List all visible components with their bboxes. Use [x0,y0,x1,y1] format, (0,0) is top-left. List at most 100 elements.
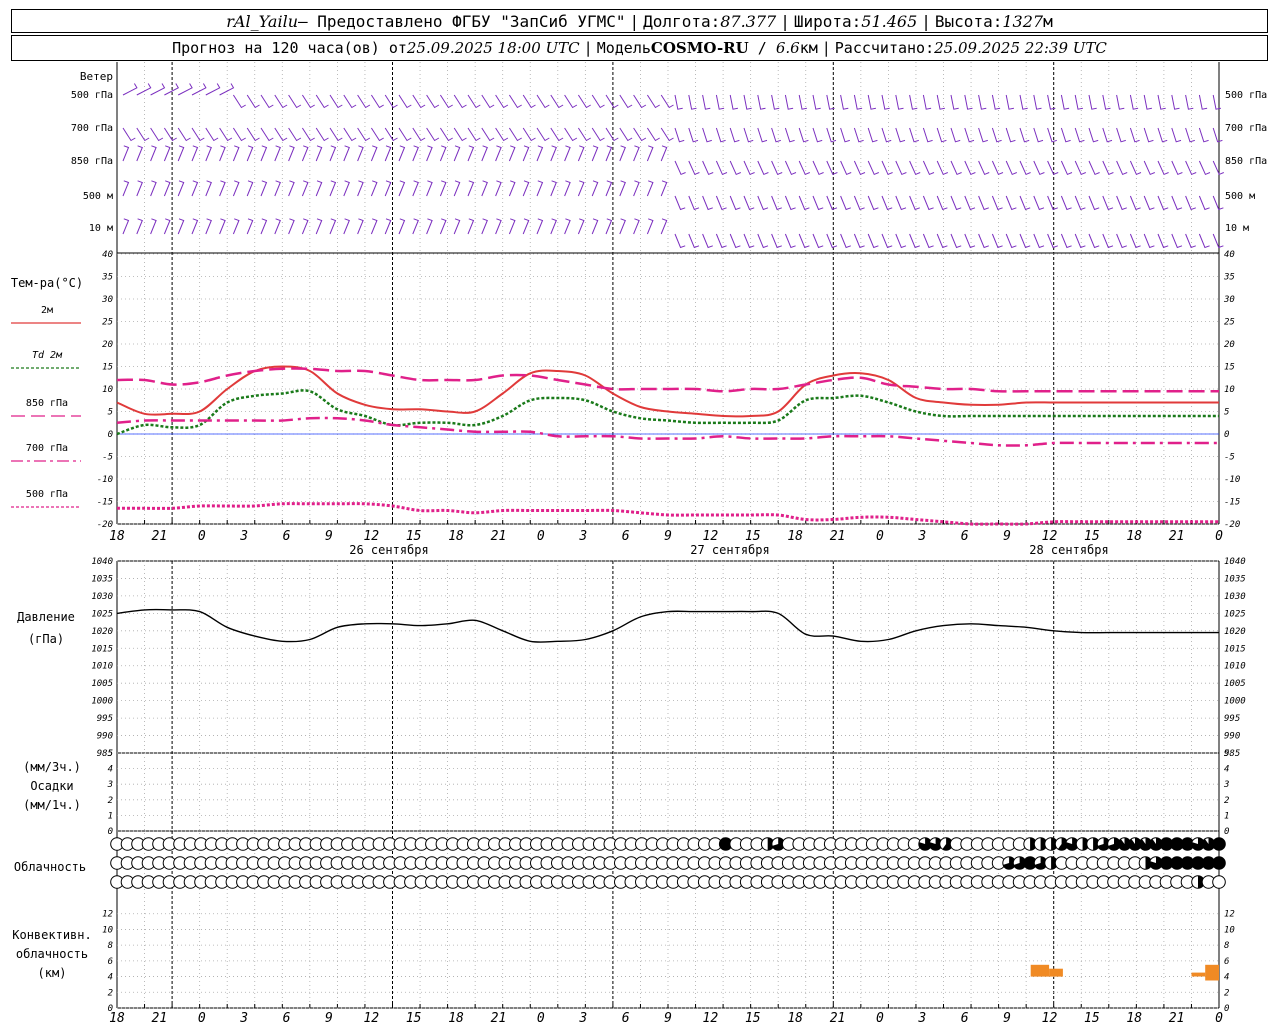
time-tick-label: 0 [198,529,206,544]
conv-bar [1049,968,1063,977]
wind-barb [467,127,481,142]
wind-barb [909,195,920,211]
wind-barb [370,145,378,162]
wind-barb [370,218,378,235]
wind-barb [881,195,893,211]
time-tick-label-bottom: 0 [1215,1011,1223,1024]
wind-barb [177,127,191,142]
wind-barb [812,127,823,143]
time-tick-label-bottom: 6 [961,1011,969,1024]
temp-ytick-left: 0 [108,430,113,440]
conv-ytick-right: 6 [1224,957,1229,967]
wind-barb [812,94,821,110]
precip-title: Осадки [30,779,73,793]
time-tick-label-bottom: 18 [787,1011,803,1024]
wind-barb [867,127,878,143]
conv-ytick-left: 2 [108,988,113,998]
wind-barb [922,233,934,249]
wind-barb [1116,195,1127,211]
wind-barb [163,145,171,162]
wind-barb [191,145,199,162]
time-tick-label: 3 [917,529,926,544]
wind-barb [205,127,219,142]
time-tick-label-bottom: 15 [406,1011,422,1024]
wind-barb [536,145,544,162]
wind-barb [991,233,1003,249]
wind-barb [619,218,626,235]
wind-barb [1060,195,1072,211]
time-tick-label-bottom: 12 [363,1011,379,1024]
wind-barb [439,180,447,197]
time-tick-label: 3 [578,529,587,544]
wind-barb [1185,94,1194,110]
wind-barb [1047,233,1058,249]
wind-barb [757,127,768,143]
wind-barb [481,127,495,142]
wind-barb [177,145,185,162]
wind-level-label-left: 700 гПа [71,123,113,134]
wind-barb [426,127,440,142]
pressure-ytick-left: 1015 [91,644,113,654]
pressure-ytick-right: 1015 [1224,644,1246,654]
wind-barb [481,218,488,235]
wind-barb [508,145,516,162]
wind-barb [702,233,713,249]
wind-barb [784,160,797,176]
time-tick-label: 6 [622,529,630,544]
wind-barb [495,218,502,235]
cloud-symbol [1212,856,1226,870]
wind-barb [508,180,516,197]
wind-barb [357,94,371,109]
wind-barb [702,195,713,211]
wind-barb [163,180,171,197]
wind-barb [978,127,988,143]
wind-barb [439,94,453,109]
conv-ytick-right: 10 [1224,925,1235,935]
time-tick-label: 6 [283,529,291,544]
temp-ytick-right: 20 [1224,340,1235,350]
wind-barb [853,233,865,249]
time-tick-label-bottom: 21 [1169,1011,1185,1024]
wind-barb [688,233,700,249]
wind-barb [536,127,550,142]
wind-barb [1171,233,1183,249]
wind-barb [840,233,851,249]
wind-barb [564,94,578,109]
wind-barb [743,127,754,143]
wind-barb [398,145,406,162]
wind-barb [591,94,605,109]
temp-ytick-right: 30 [1223,295,1235,305]
wind-barb [412,145,419,162]
wind-barb [881,233,893,249]
wind-barb [536,94,550,109]
wind-barb [122,218,130,235]
wind-barb [674,233,686,249]
wind-barb [950,195,962,211]
pressure-ytick-left: 1035 [91,574,113,584]
wind-barb [577,94,591,109]
wind-barb [715,160,728,176]
wind-barb [619,145,626,162]
wind-barb [1088,195,1100,211]
precip-ytick-left: 0 [108,827,113,837]
wind-barb [343,218,350,235]
wind-barb [798,195,810,211]
cloud-fill [1212,856,1226,870]
time-tick-label-bottom: 0 [198,1011,206,1024]
day-label: 28 сентября [1029,543,1108,557]
wind-barb [564,180,571,197]
wind-barb [439,145,447,162]
wind-barb [1198,127,1209,143]
wind-barb [301,127,315,142]
temp-ytick-right: -5 [1224,453,1235,463]
wind-barb [1005,94,1014,110]
wind-barb [191,180,199,197]
time-tick-label-bottom: 0 [876,1011,884,1024]
time-tick-label: 9 [1003,529,1011,544]
wind-barb [1033,160,1045,176]
wind-barb [329,145,337,162]
conv-ytick-right: 4 [1224,973,1229,983]
wind-barb [853,195,865,211]
wind-barb [688,160,700,176]
day-label: 26 сентября [349,543,428,557]
